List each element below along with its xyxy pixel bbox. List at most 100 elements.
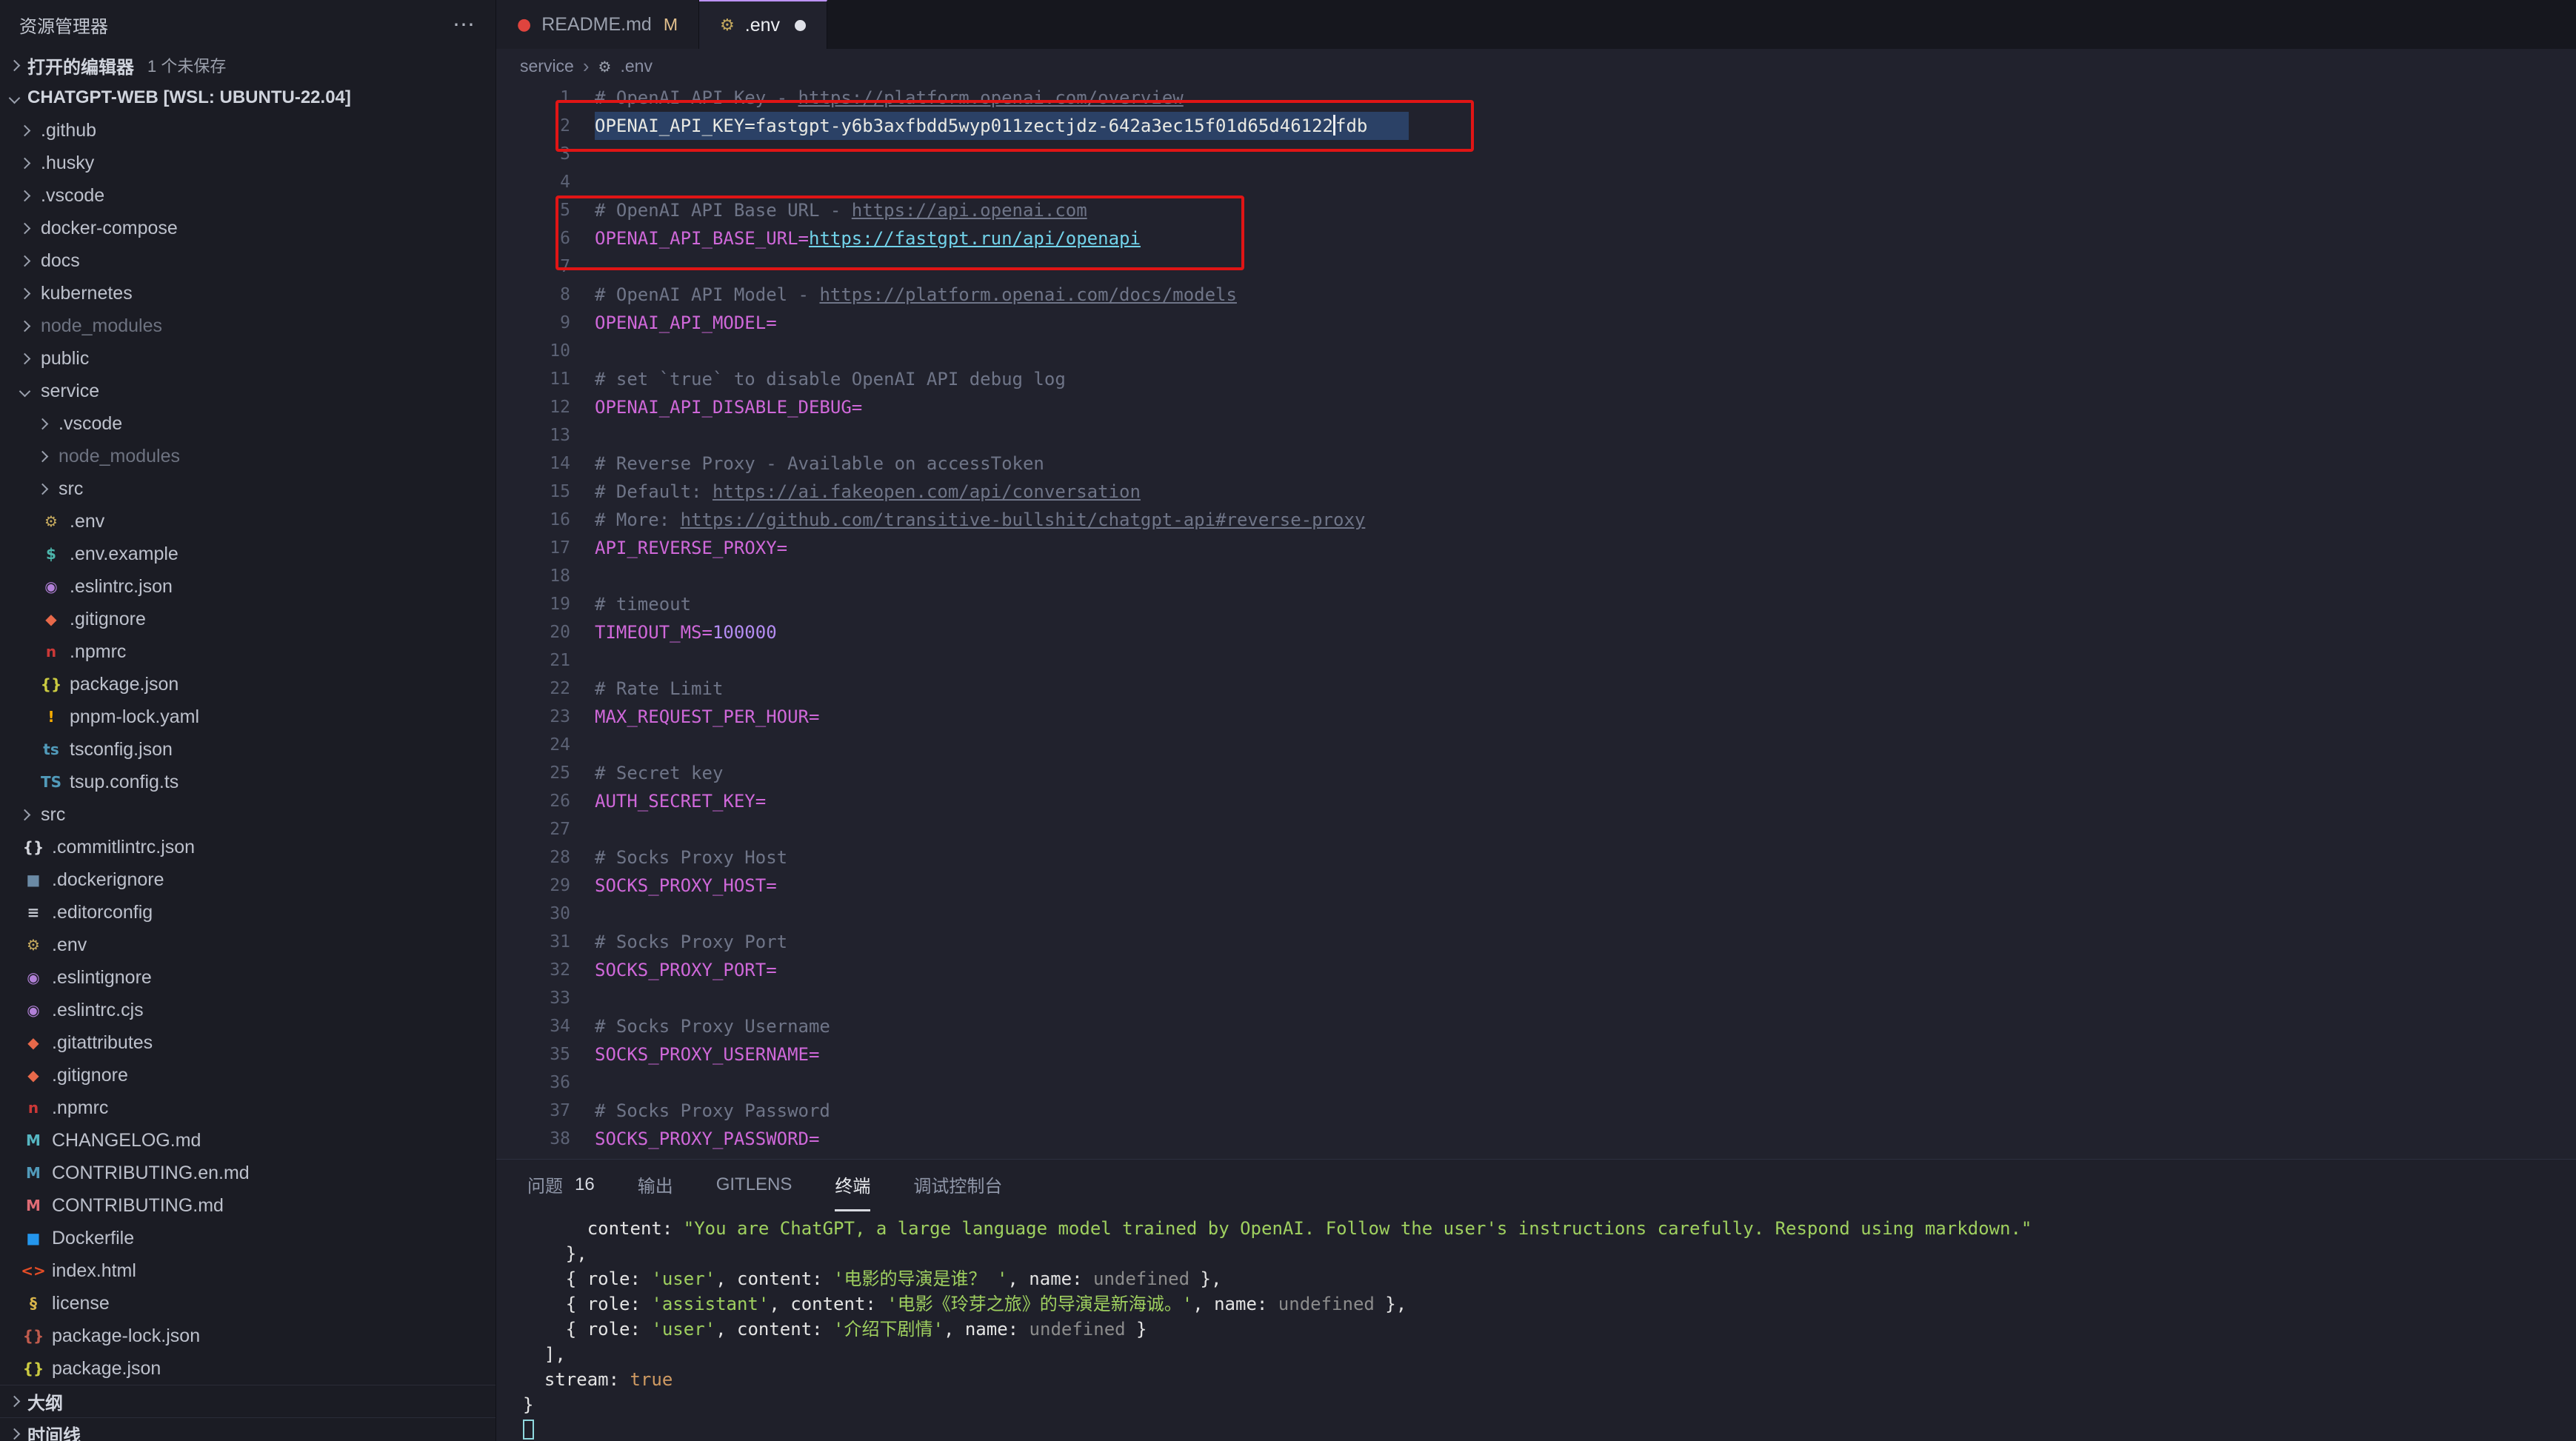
code-line[interactable]: 15# Default: https://ai.fakeopen.com/api… — [496, 478, 2576, 506]
code-line[interactable]: 1# OpenAI API Key - https://platform.ope… — [496, 84, 2576, 112]
code-line[interactable]: 25# Secret key — [496, 759, 2576, 787]
code-line[interactable]: 2OPENAI_API_KEY=fastgpt-y6b3axfbdd5wyp01… — [496, 112, 2576, 140]
code-line[interactable]: 21 — [496, 646, 2576, 675]
code-line[interactable]: 11# set `true` to disable OpenAI API deb… — [496, 365, 2576, 393]
code-line[interactable]: 9OPENAI_API_MODEL= — [496, 309, 2576, 337]
project-root-section[interactable]: CHATGPT-WEB [WSL: UBUNTU-22.04] — [0, 81, 495, 114]
code-line[interactable]: 34# Socks Proxy Username — [496, 1012, 2576, 1040]
code-line[interactable]: 19# timeout — [496, 590, 2576, 618]
code-line[interactable]: 24 — [496, 731, 2576, 759]
tree-item-license[interactable]: §license — [0, 1287, 495, 1320]
tree-item-root-gitignore[interactable]: ◆.gitignore — [0, 1059, 495, 1091]
code-line[interactable]: 8# OpenAI API Model - https://platform.o… — [496, 281, 2576, 309]
tree-item-service[interactable]: service — [0, 375, 495, 407]
tree-item-public[interactable]: public — [0, 342, 495, 375]
code-line[interactable]: 37# Socks Proxy Password — [496, 1097, 2576, 1125]
tab-env[interactable]: ⚙.env — [699, 0, 827, 49]
tree-item-service-src[interactable]: src — [0, 472, 495, 505]
code-line[interactable]: 27 — [496, 815, 2576, 843]
tree-item-src[interactable]: src — [0, 798, 495, 831]
tree-item-service-package-json[interactable]: {}package.json — [0, 668, 495, 701]
breadcrumb[interactable]: service › ⚙ .env — [496, 49, 2576, 84]
code-line[interactable]: 17API_REVERSE_PROXY= — [496, 534, 2576, 562]
code-line[interactable]: 6OPENAI_API_BASE_URL=https://fastgpt.run… — [496, 224, 2576, 253]
tree-item-husky[interactable]: .husky — [0, 147, 495, 179]
tree-item-root-package-json[interactable]: {}package.json — [0, 1352, 495, 1385]
code-line[interactable]: 14# Reverse Proxy - Available on accessT… — [496, 449, 2576, 478]
tree-item-kubernetes[interactable]: kubernetes — [0, 277, 495, 310]
panel-tab-debug-console[interactable]: 调试控制台 — [913, 1160, 1002, 1211]
code-line[interactable]: 26AUTH_SECRET_KEY= — [496, 787, 2576, 815]
tree-item-tsconfig[interactable]: tstsconfig.json — [0, 733, 495, 766]
code-line[interactable]: 18 — [496, 562, 2576, 590]
tree-item-changelog[interactable]: MCHANGELOG.md — [0, 1124, 495, 1157]
tree-item-node-modules[interactable]: node_modules — [0, 310, 495, 342]
code-line[interactable]: 29SOCKS_PROXY_HOST= — [496, 872, 2576, 900]
code-line[interactable]: 3 — [496, 140, 2576, 168]
code-line[interactable]: 20TIMEOUT_MS=100000 — [496, 618, 2576, 646]
timeline-section[interactable]: 时间线 — [0, 1417, 495, 1441]
breadcrumb-folder[interactable]: service — [520, 56, 574, 76]
terminal-output[interactable]: content: "You are ChatGPT, a large langu… — [496, 1211, 2576, 1441]
tree-item-tsup-config[interactable]: TStsup.config.ts — [0, 766, 495, 798]
code-line[interactable]: 10 — [496, 337, 2576, 365]
line-text: TIMEOUT_MS=100000 — [595, 618, 777, 646]
tree-item-service-env[interactable]: ⚙.env — [0, 505, 495, 538]
code-line[interactable]: 32SOCKS_PROXY_PORT= — [496, 956, 2576, 984]
code-editor[interactable]: 1# OpenAI API Key - https://platform.ope… — [496, 84, 2576, 1159]
tree-item-docs[interactable]: docs — [0, 244, 495, 277]
tree-item-service-node-modules[interactable]: node_modules — [0, 440, 495, 472]
tab-readme[interactable]: ●README.mdM — [496, 0, 699, 49]
code-line[interactable]: 7 — [496, 253, 2576, 281]
tree-item-service-npmrc[interactable]: n.npmrc — [0, 635, 495, 668]
tree-item-root-npmrc[interactable]: n.npmrc — [0, 1091, 495, 1124]
code-line[interactable]: 23MAX_REQUEST_PER_HOUR= — [496, 703, 2576, 731]
code-line[interactable]: 35SOCKS_PROXY_USERNAME= — [496, 1040, 2576, 1069]
tree-item-gitattributes[interactable]: ◆.gitattributes — [0, 1026, 495, 1059]
code-line[interactable]: 33 — [496, 984, 2576, 1012]
code-line[interactable]: 28# Socks Proxy Host — [496, 843, 2576, 872]
editorconfig-icon: ≡ — [21, 903, 46, 921]
panel-tab-problems[interactable]: 问题16 — [527, 1160, 595, 1211]
tree-item-package-lock[interactable]: {}package-lock.json — [0, 1320, 495, 1352]
outline-section[interactable]: 大纲 — [0, 1385, 495, 1417]
tree-item-contributing-en[interactable]: MCONTRIBUTING.en.md — [0, 1157, 495, 1189]
breadcrumb-file[interactable]: .env — [620, 56, 652, 76]
code-line[interactable]: 22# Rate Limit — [496, 675, 2576, 703]
tree-item-commitlintrc[interactable]: {}.commitlintrc.json — [0, 831, 495, 863]
tree-item-index-html[interactable]: <>index.html — [0, 1254, 495, 1287]
gear-icon: ⚙ — [21, 936, 46, 954]
tree-item-eslintrc-json[interactable]: ◉.eslintrc.json — [0, 570, 495, 603]
line-number: 3 — [496, 140, 570, 168]
tree-item-pnpm-lock[interactable]: !pnpm-lock.yaml — [0, 701, 495, 733]
more-actions-icon[interactable]: ⋯ — [453, 12, 476, 38]
tree-item-editorconfig[interactable]: ≡.editorconfig — [0, 896, 495, 929]
code-line[interactable]: 5# OpenAI API Base URL - https://api.ope… — [496, 196, 2576, 224]
tree-item-label: CHANGELOG.md — [52, 1130, 201, 1151]
code-line[interactable]: 38SOCKS_PROXY_PASSWORD= — [496, 1125, 2576, 1153]
tree-item-label: src — [59, 478, 83, 500]
code-line[interactable]: 13 — [496, 421, 2576, 449]
tree-item-service-gitignore[interactable]: ◆.gitignore — [0, 603, 495, 635]
tree-item-dockerignore[interactable]: ■.dockerignore — [0, 863, 495, 896]
tree-item-contributing[interactable]: MCONTRIBUTING.md — [0, 1189, 495, 1222]
panel-tab-gitlens[interactable]: GITLENS — [716, 1160, 793, 1211]
tree-item-docker-compose[interactable]: docker-compose — [0, 212, 495, 244]
tree-item-github[interactable]: .github — [0, 114, 495, 147]
open-editors-section[interactable]: 打开的编辑器 1 个未保存 — [0, 49, 495, 81]
tree-item-service-vscode[interactable]: .vscode — [0, 407, 495, 440]
code-line[interactable]: 4 — [496, 168, 2576, 196]
tree-item-vscode[interactable]: .vscode — [0, 179, 495, 212]
code-line[interactable]: 30 — [496, 900, 2576, 928]
tree-item-eslintrc-cjs[interactable]: ◉.eslintrc.cjs — [0, 994, 495, 1026]
tree-item-env-example[interactable]: $.env.example — [0, 538, 495, 570]
code-line[interactable]: 16# More: https://github.com/transitive-… — [496, 506, 2576, 534]
tree-item-root-env[interactable]: ⚙.env — [0, 929, 495, 961]
code-line[interactable]: 36 — [496, 1069, 2576, 1097]
code-line[interactable]: 31# Socks Proxy Port — [496, 928, 2576, 956]
panel-tab-output[interactable]: 输出 — [638, 1160, 673, 1211]
panel-tab-terminal[interactable]: 终端 — [835, 1160, 870, 1211]
tree-item-dockerfile[interactable]: ■Dockerfile — [0, 1222, 495, 1254]
code-line[interactable]: 12OPENAI_API_DISABLE_DEBUG= — [496, 393, 2576, 421]
tree-item-eslintignore[interactable]: ◉.eslintignore — [0, 961, 495, 994]
